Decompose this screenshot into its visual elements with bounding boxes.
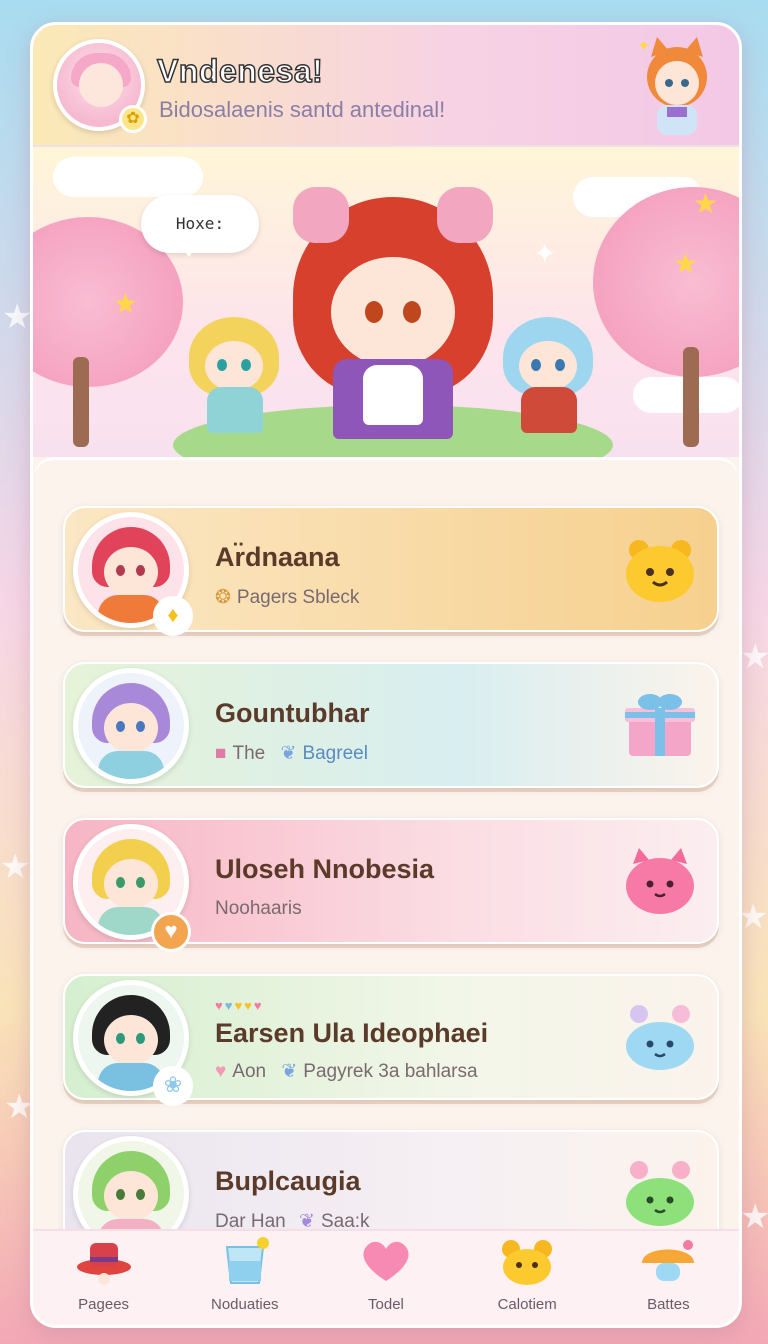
flower-badge-icon: ❀ <box>153 1066 193 1106</box>
hero-scene: Hoxe: ★ ★ ★ ✦ <box>33 147 739 457</box>
meta-text: Bagreel <box>302 743 368 764</box>
star-sparkle-icon: ★ <box>673 248 699 279</box>
star-badge-icon: ♦ <box>153 596 193 636</box>
blue-slime-icon <box>626 1005 694 1070</box>
app-window: ✿ Vndenesa! Bidosalaenis santd antedinal… <box>30 22 742 1328</box>
blonde-character <box>189 307 279 437</box>
bird-icon: ❦ <box>281 1061 298 1082</box>
character-name: Uloseh Nnobesia <box>215 854 435 884</box>
character-name: Ar̈dnaana <box>215 542 340 572</box>
list-item[interactable]: ❀ ♥♥♥♥♥ Earsen Ula Ideophaei ♥ Aon ❦ Pagyr… <box>63 974 719 1106</box>
star-sparkle-icon: ✦ <box>533 238 557 269</box>
list-item[interactable]: ♥ Uloseh Nnobesia Noohaaris <box>63 818 719 952</box>
mascot-character-icon: ✦ <box>637 37 707 135</box>
character-name: Buplcaugia <box>215 1166 361 1196</box>
background-star: ★ <box>740 1198 768 1236</box>
meta-text: Pagers Sbleck <box>236 587 360 608</box>
hat-icon <box>76 1243 131 1285</box>
cloud <box>53 157 203 197</box>
gift-box-icon <box>625 694 695 756</box>
tree-trunk <box>73 357 89 447</box>
character-meta: Noohaaris <box>215 898 302 919</box>
tree-trunk <box>683 347 699 447</box>
heart-badge-icon: ♥ <box>151 912 191 952</box>
list-item[interactable]: ♦ Ar̈dnaana ❂ Pagers Sbleck <box>63 506 719 636</box>
avatar <box>73 668 189 784</box>
green-slime-icon <box>626 1161 694 1226</box>
background-star: ★ <box>740 638 768 676</box>
background-star: ★ <box>2 298 33 336</box>
nav-item-calotiem[interactable]: Calotiem <box>467 1233 587 1313</box>
nav-label: Todel <box>368 1296 404 1313</box>
character-meta: ♥ Aon ❦ Pagyrek 3a bahlarsa <box>215 1060 478 1083</box>
speech-bubble: Hoxe: <box>141 195 259 257</box>
header: ✿ Vndenesa! Bidosalaenis santd antedinal… <box>33 25 739 147</box>
character-name: Gountubhar <box>215 698 370 728</box>
character-name: Earsen Ula Ideophaei <box>215 1018 489 1048</box>
lemon-badge-icon: ✿ <box>119 105 147 133</box>
main-character <box>283 177 503 447</box>
character-list: ♦ Ar̈dnaana ❂ Pagers Sbleck Gountubhar ■… <box>33 457 739 1256</box>
svg-text:✦: ✦ <box>637 38 650 55</box>
nav-item-battes[interactable]: Battes <box>608 1233 728 1313</box>
nav-label: Noduaties <box>211 1296 279 1313</box>
nav-item-todel[interactable]: Todel <box>326 1233 446 1313</box>
bottom-nav: Pagees Noduaties Todel Calotiem Battes <box>33 1229 739 1325</box>
star-sparkle-icon: ★ <box>693 188 719 219</box>
character-meta: ■ The ❦ Bagreel <box>215 742 368 765</box>
pink-cat-blob-icon <box>626 848 694 914</box>
nav-label: Pagees <box>78 1296 130 1313</box>
nav-label: Calotiem <box>497 1296 557 1313</box>
cookie-icon: ❂ <box>215 587 231 608</box>
meta-text: Pagyrek 3a bahlarsa <box>303 1061 478 1082</box>
background-star: ★ <box>738 898 768 936</box>
background-star: ★ <box>0 848 31 886</box>
hearts-rating: ♥♥♥♥♥ <box>215 998 264 1013</box>
list-item[interactable]: Gountubhar ■ The ❦ Bagreel <box>63 662 719 788</box>
character-meta: ❂ Pagers Sbleck <box>215 586 359 609</box>
gift-small-icon: ■ <box>215 743 227 764</box>
nav-item-noduaties[interactable]: Noduaties <box>185 1233 305 1313</box>
blue-hair-character <box>503 307 593 437</box>
star-sparkle-icon: ★ <box>113 288 139 319</box>
heart-icon: ♥ <box>215 1061 227 1082</box>
meta-text: Aon <box>232 1061 267 1082</box>
cup-icon <box>225 1237 269 1284</box>
bear-face-icon <box>626 540 694 602</box>
app-title: Vndenesa! <box>156 52 324 90</box>
app-subtitle: Bidosalaenis santd antedinal! <box>159 97 446 122</box>
heart-icon <box>363 1241 409 1281</box>
bird-icon: ❦ <box>280 743 297 764</box>
nav-label: Battes <box>647 1296 690 1313</box>
meta-text: The <box>232 743 266 764</box>
mushroom-icon <box>642 1240 695 1281</box>
nav-item-pagees[interactable]: Pagees <box>44 1233 164 1313</box>
bear-icon <box>502 1240 553 1285</box>
